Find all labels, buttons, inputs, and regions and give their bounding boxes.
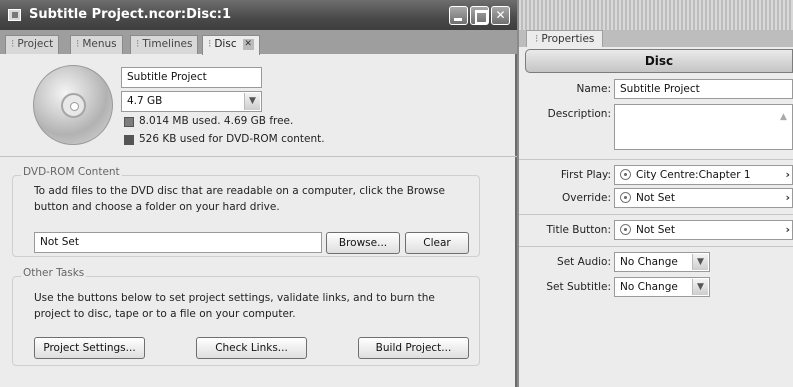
tab-project[interactable]: ⁝ Project <box>5 35 60 54</box>
tab-grip-icon: ⁝ <box>208 38 212 50</box>
dvdrom-description: To add files to the DVD disc that are re… <box>34 185 445 213</box>
properties-header: Disc <box>525 49 793 73</box>
panel-drag-strip[interactable] <box>519 0 793 30</box>
first-play-field[interactable]: City Centre:Chapter 1 › <box>614 165 793 185</box>
set-subtitle-select[interactable]: No Change ▼ <box>614 277 710 297</box>
browse-button[interactable]: Browse... <box>326 232 400 254</box>
dvdrom-space-swatch <box>124 135 134 145</box>
build-project-button[interactable]: Build Project... <box>358 337 469 359</box>
tab-project-label: Project <box>17 38 54 50</box>
override-label: Override: <box>562 192 611 204</box>
properties-divider <box>519 159 793 160</box>
chevron-down-icon[interactable]: ▼ <box>244 93 260 110</box>
other-tasks-section-title: Other Tasks <box>21 267 87 279</box>
properties-panel: ⁝ Properties Disc Name: Subtitle Project … <box>519 0 793 387</box>
title-button-field[interactable]: Not Set › <box>614 220 793 240</box>
link-target-icon <box>620 168 631 180</box>
check-links-button[interactable]: Check Links... <box>196 337 307 359</box>
disc-used-text: 8.014 MB used. 4.69 GB free. <box>139 115 294 127</box>
tab-menus[interactable]: ⁝ Menus <box>70 35 123 54</box>
chevron-down-icon[interactable]: ▼ <box>692 279 708 295</box>
properties-divider <box>519 214 793 215</box>
disc-icon <box>33 65 113 145</box>
tab-grip-icon: ⁝ <box>11 38 15 50</box>
set-subtitle-label: Set Subtitle: <box>546 281 611 293</box>
link-target-icon <box>620 191 631 203</box>
tab-disc[interactable]: ⁝ Disc ✕ <box>202 35 260 55</box>
tab-grip-icon: ⁝ <box>535 33 539 45</box>
disc-size-select[interactable]: 4.7 GB ▼ <box>121 91 262 112</box>
link-target-icon <box>620 223 631 235</box>
description-field[interactable]: ▲ <box>614 104 793 150</box>
tab-close-icon[interactable]: ✕ <box>242 38 254 50</box>
used-space-swatch <box>124 117 134 127</box>
set-audio-select[interactable]: No Change ▼ <box>614 252 710 272</box>
window-title: Subtitle Project.ncor:Disc:1 <box>29 7 232 22</box>
tab-timelines[interactable]: ⁝ Timelines <box>130 35 199 54</box>
chevron-right-icon[interactable]: › <box>785 221 790 239</box>
dvdrom-used-text: 526 KB used for DVD-ROM content. <box>139 133 325 145</box>
scroll-up-icon[interactable]: ▲ <box>780 108 790 122</box>
panel-tab-bar: ⁝ Project ⁝ Menus ⁝ Timelines ⁝ Disc ✕ <box>0 30 517 55</box>
maximize-button[interactable] <box>470 6 489 25</box>
tab-grip-icon: ⁝ <box>76 38 80 50</box>
clear-button[interactable]: Clear <box>405 232 469 254</box>
first-play-label: First Play: <box>560 169 611 181</box>
tab-timelines-label: Timelines <box>142 38 193 50</box>
project-settings-button[interactable]: Project Settings... <box>34 337 145 359</box>
set-subtitle-value: No Change <box>620 281 678 293</box>
name-field[interactable]: Subtitle Project <box>614 79 793 99</box>
description-label: Description: <box>547 108 611 120</box>
properties-divider <box>519 246 793 247</box>
chevron-right-icon[interactable]: › <box>785 189 790 207</box>
title-button-label: Title Button: <box>546 224 611 236</box>
disc-window: Subtitle Project.ncor:Disc:1 ✕ ⁝ Project … <box>0 0 517 387</box>
override-value: Not Set <box>636 192 675 204</box>
dvdrom-section-title: DVD-ROM Content <box>21 166 122 178</box>
chevron-down-icon[interactable]: ▼ <box>692 254 708 270</box>
section-divider <box>0 156 517 157</box>
set-audio-label: Set Audio: <box>557 256 611 268</box>
first-play-value: City Centre:Chapter 1 <box>636 169 751 181</box>
tab-disc-label: Disc <box>214 38 237 50</box>
other-tasks-description: Use the buttons below to set project set… <box>34 292 435 320</box>
close-window-button[interactable]: ✕ <box>491 6 510 25</box>
name-label: Name: <box>576 83 611 95</box>
tab-menus-label: Menus <box>82 38 117 50</box>
set-audio-value: No Change <box>620 256 678 268</box>
window-title-bar[interactable]: Subtitle Project.ncor:Disc:1 ✕ <box>0 0 517 30</box>
tab-properties[interactable]: ⁝ Properties <box>526 30 604 47</box>
title-button-value: Not Set <box>636 224 675 236</box>
disc-name-field[interactable]: Subtitle Project <box>121 67 262 88</box>
dvdrom-path-field[interactable]: Not Set <box>34 232 322 253</box>
chevron-right-icon[interactable]: › <box>785 166 790 184</box>
override-field[interactable]: Not Set › <box>614 188 793 208</box>
minimize-button[interactable] <box>449 6 468 25</box>
disc-size-value: 4.7 GB <box>127 95 163 107</box>
tab-properties-label: Properties <box>541 33 595 45</box>
window-app-icon <box>8 9 21 21</box>
tab-grip-icon: ⁝ <box>136 38 140 50</box>
